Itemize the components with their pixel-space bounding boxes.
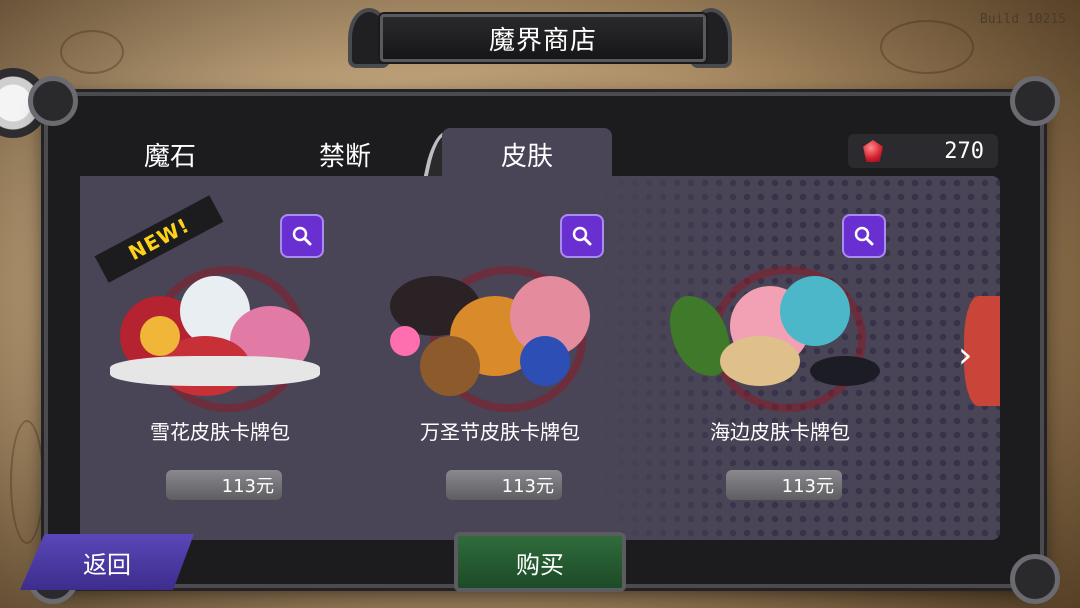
build-label: Build 10215 (979, 12, 1066, 27)
card-artwork (390, 256, 600, 412)
card-name: 海边皮肤卡牌包 (710, 420, 850, 444)
red-gem-icon (863, 140, 883, 162)
card-name: 万圣节皮肤卡牌包 (420, 420, 580, 444)
shop-tabs: 魔石 禁断 皮肤 (80, 128, 620, 200)
card-artwork (110, 256, 320, 412)
tab-skins[interactable]: 皮肤 (442, 128, 612, 180)
skin-pack-card[interactable]: 海边皮肤卡牌包 113元 (650, 176, 890, 540)
page-title: 魔界商店 (380, 14, 706, 62)
skin-pack-card[interactable]: NEW! 雪花皮肤卡牌包 113元 (90, 176, 330, 540)
zoom-button[interactable] (842, 214, 886, 258)
zoom-button[interactable] (560, 214, 604, 258)
tab-magic-stone[interactable]: 魔石 (90, 128, 250, 180)
magnifier-icon (572, 226, 592, 246)
frame-corner-ornament (1010, 76, 1060, 126)
back-button[interactable]: 返回 (20, 534, 194, 590)
card-artwork (670, 256, 880, 412)
magnifier-icon (854, 226, 874, 246)
background-doodle (60, 30, 124, 74)
buy-button[interactable]: 购买 (454, 532, 626, 592)
card-name: 雪花皮肤卡牌包 (150, 420, 290, 444)
currency-value: 270 (944, 138, 984, 164)
magnifier-icon (292, 226, 312, 246)
tab-forbidden[interactable]: 禁断 (265, 128, 425, 180)
skin-pack-card[interactable]: 万圣节皮肤卡牌包 113元 (370, 176, 610, 540)
price-button[interactable]: 113元 (166, 470, 282, 500)
background-doodle (10, 420, 44, 544)
price-button[interactable]: 113元 (446, 470, 562, 500)
frame-corner-ornament (28, 76, 78, 126)
background-doodle (880, 20, 974, 74)
zoom-button[interactable] (280, 214, 324, 258)
skin-pack-panel: NEW! 雪花皮肤卡牌包 113元 万圣节皮肤卡牌包 113元 海边皮肤卡牌包 … (80, 176, 1000, 540)
price-button[interactable]: 113元 (726, 470, 842, 500)
title-banner: 魔界商店 (340, 6, 740, 68)
currency-display: 270 (848, 134, 998, 168)
frame-corner-ornament (1010, 554, 1060, 604)
next-page-arrow-icon[interactable]: › (958, 336, 982, 376)
